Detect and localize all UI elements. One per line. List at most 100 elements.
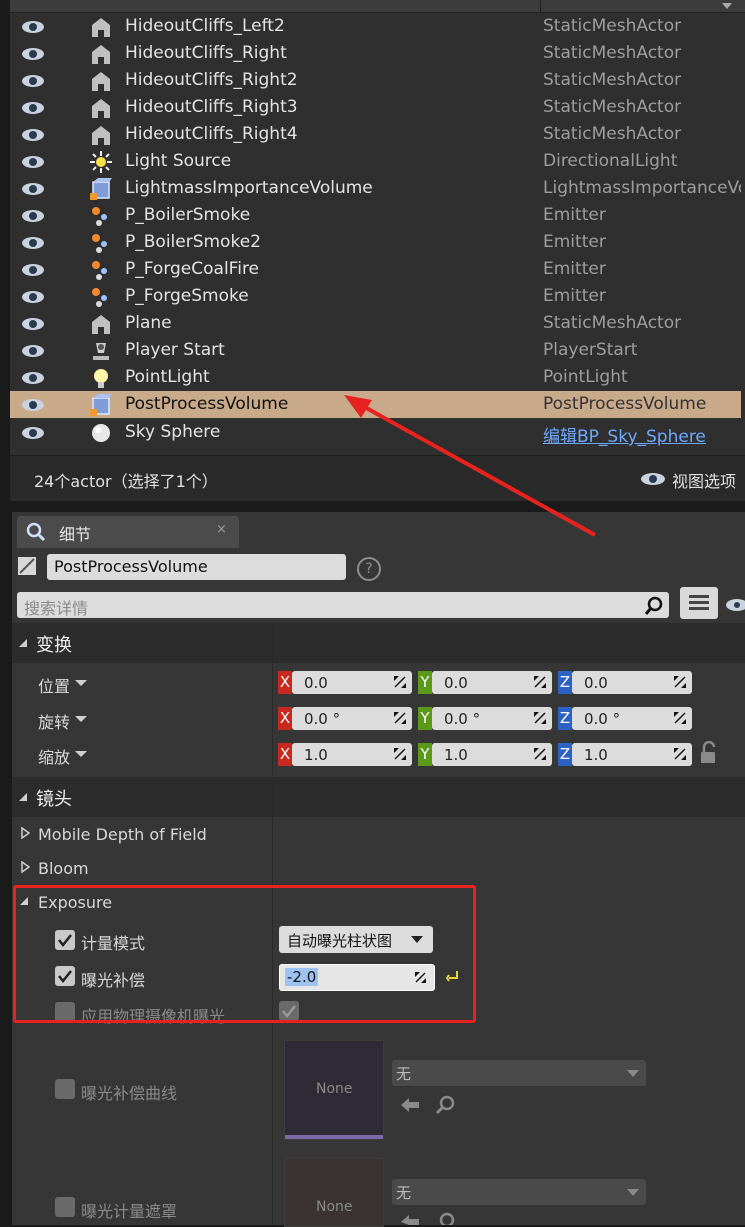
visibility-eye-icon[interactable]	[22, 264, 44, 276]
outliner-row[interactable]: Plane StaticMeshActor	[10, 310, 741, 337]
visibility-eye-icon[interactable]	[22, 345, 44, 357]
expand-arrow-icon[interactable]	[20, 827, 30, 839]
tab-details-label: 细节	[59, 525, 92, 544]
outliner-row[interactable]: Player Start PlayerStart	[10, 337, 741, 364]
close-tab-icon[interactable]: ×	[216, 522, 227, 537]
outliner-row[interactable]: P_ForgeCoalFire Emitter	[10, 256, 741, 283]
visibility-eye-icon[interactable]	[22, 237, 44, 249]
actor-name: HideoutCliffs_Right2	[125, 70, 298, 90]
location-y-axis-label: Y	[418, 671, 432, 694]
visibility-eye-icon[interactable]	[22, 156, 44, 168]
sphere-icon	[92, 424, 110, 442]
visibility-eye-icon[interactable]	[22, 318, 44, 330]
unlock-icon[interactable]	[699, 741, 721, 765]
browse-magnifier-icon[interactable]	[434, 1095, 456, 1115]
scale-label[interactable]: 缩放	[38, 744, 70, 768]
visibility-eye-icon[interactable]	[22, 102, 44, 114]
bloom-category[interactable]: Bloom	[38, 859, 89, 878]
outliner-row[interactable]: PointLight PointLight	[10, 364, 741, 391]
location-x-value: 0.0	[304, 674, 328, 692]
eye-icon[interactable]	[640, 472, 666, 486]
actor-type: PointLight	[543, 367, 628, 387]
section-transform[interactable]: 变换	[12, 623, 745, 663]
actor-type[interactable]: 编辑BP_Sky_Sphere	[543, 422, 741, 447]
browse-magnifier-icon[interactable]	[434, 1212, 456, 1225]
actor-type: Emitter	[543, 259, 606, 279]
search-details-input[interactable]: 搜索详情	[17, 592, 669, 618]
use-selected-arrow-icon[interactable]	[400, 1213, 420, 1225]
rotation-label[interactable]: 旋转	[38, 709, 70, 733]
outliner-row[interactable]: P_BoilerSmoke2 Emitter	[10, 229, 741, 256]
outliner-row[interactable]: HideoutCliffs_Right3 StaticMeshActor	[10, 94, 741, 121]
outliner-row[interactable]: Sky Sphere 编辑BP_Sky_Sphere	[10, 419, 741, 447]
visibility-eye-icon[interactable]	[22, 129, 44, 141]
mask-asset-thumbnail[interactable]: None	[284, 1158, 384, 1227]
scale-x-value: 1.0	[304, 746, 328, 764]
tab-details[interactable]: 细节 ×	[17, 516, 239, 548]
use-selected-arrow-icon[interactable]	[400, 1096, 420, 1114]
visibility-eye-icon[interactable]	[22, 372, 44, 384]
spin-arrows-icon[interactable]	[534, 748, 546, 760]
outliner-column-header[interactable]	[10, 0, 745, 13]
view-options-button[interactable]: 视图选项	[672, 468, 736, 492]
curve-asset-dropdown[interactable]: 无	[392, 1060, 646, 1086]
actor-name: HideoutCliffs_Left2	[125, 16, 285, 36]
metering-mask-label: 曝光计量遮罩	[81, 1202, 178, 1221]
scale-z-field[interactable]: 1.0	[572, 743, 692, 766]
curve-asset-thumbnail[interactable]: None	[284, 1040, 384, 1140]
spin-arrows-icon[interactable]	[394, 676, 406, 688]
search-icon[interactable]	[643, 595, 665, 617]
spin-arrows-icon[interactable]	[674, 676, 686, 688]
collapse-arrow-icon	[19, 639, 27, 647]
spin-arrows-icon[interactable]	[394, 748, 406, 760]
outliner-row[interactable]: LightmassImportanceVolume LightmassImport…	[10, 175, 741, 202]
section-lens[interactable]: 镜头	[12, 777, 745, 817]
spin-arrows-icon[interactable]	[394, 712, 406, 724]
scale-dropdown-icon[interactable]	[75, 750, 87, 758]
actor-name: P_BoilerSmoke	[125, 205, 251, 225]
outliner-row[interactable]: P_BoilerSmoke Emitter	[10, 202, 741, 229]
visibility-eye-icon[interactable]	[22, 48, 44, 60]
scale-y-value: 1.0	[444, 746, 468, 764]
expand-arrow-icon[interactable]	[20, 861, 30, 873]
visibility-eye-icon[interactable]	[22, 21, 44, 33]
location-dropdown-icon[interactable]	[75, 679, 87, 687]
spin-arrows-icon[interactable]	[674, 748, 686, 760]
spin-arrows-icon[interactable]	[534, 712, 546, 724]
actor-name-field[interactable]: PostProcessVolume	[47, 554, 346, 580]
visibility-eye-icon[interactable]	[22, 75, 44, 87]
location-y-field[interactable]: 0.0	[432, 671, 552, 694]
location-label[interactable]: 位置	[38, 673, 70, 697]
outliner-row[interactable]: HideoutCliffs_Right2 StaticMeshActor	[10, 67, 741, 94]
visibility-eye-icon[interactable]	[22, 399, 44, 411]
visibility-eye-icon[interactable]	[22, 210, 44, 222]
rotation-y-field[interactable]: 0.0 °	[432, 707, 552, 730]
actor-name: Player Start	[125, 340, 225, 360]
mask-asset-dropdown[interactable]: 无	[392, 1179, 646, 1205]
rotation-x-field[interactable]: 0.0 °	[292, 707, 412, 730]
location-x-field[interactable]: 0.0	[292, 671, 412, 694]
help-icon[interactable]: ?	[357, 557, 381, 581]
location-z-field[interactable]: 0.0	[572, 671, 692, 694]
rotation-dropdown-icon[interactable]	[75, 715, 87, 723]
outliner-row[interactable]: HideoutCliffs_Right StaticMeshActor	[10, 40, 741, 67]
outliner-row[interactable]: HideoutCliffs_Right4 StaticMeshActor	[10, 121, 741, 148]
visibility-eye-icon[interactable]	[22, 427, 44, 439]
outliner-row[interactable]: Light Source DirectionalLight	[10, 148, 741, 175]
visibility-eye-icon[interactable]	[22, 183, 44, 195]
visibility-eye-icon[interactable]	[22, 291, 44, 303]
outliner-row[interactable]: HideoutCliffs_Left2 StaticMeshActor	[10, 13, 741, 40]
scale-x-field[interactable]: 1.0	[292, 743, 412, 766]
scale-y-field[interactable]: 1.0	[432, 743, 552, 766]
sort-arrow-icon[interactable]	[721, 2, 733, 10]
outliner-row[interactable]: PostProcessVolume PostProcessVolume	[10, 391, 741, 418]
property-matrix-button[interactable]	[680, 587, 718, 619]
location-x-axis-label: X	[278, 671, 292, 694]
outliner-row[interactable]: P_ForgeSmoke Emitter	[10, 283, 741, 310]
spin-arrows-icon[interactable]	[674, 712, 686, 724]
mobile-dof-category[interactable]: Mobile Depth of Field	[38, 825, 207, 844]
visibility-filter-icon[interactable]	[725, 598, 745, 612]
rotation-z-field[interactable]: 0.0 °	[572, 707, 692, 730]
spin-arrows-icon[interactable]	[534, 676, 546, 688]
player-start-icon	[93, 343, 109, 360]
